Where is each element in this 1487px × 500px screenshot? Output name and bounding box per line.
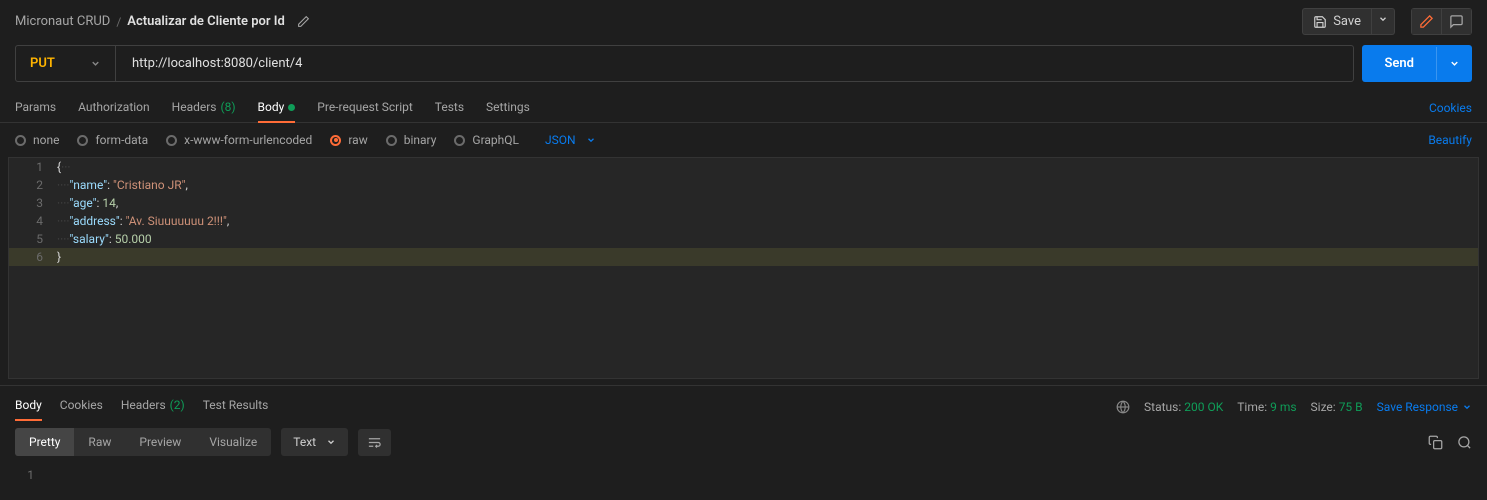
save-button[interactable]: Save (1302, 8, 1372, 35)
view-mode-pretty[interactable]: Pretty (15, 428, 74, 456)
view-mode-visualize[interactable]: Visualize (195, 428, 271, 456)
tab-body-label: Body (258, 100, 285, 114)
response-format-value: Text (293, 435, 316, 449)
code-line: {··· (57, 158, 1478, 176)
save-label: Save (1333, 14, 1361, 29)
response-format-select[interactable]: Text (281, 428, 348, 456)
cookies-link[interactable]: Cookies (1429, 101, 1472, 115)
chevron-down-icon (1449, 58, 1460, 69)
radio-icon (330, 135, 341, 146)
tab-params[interactable]: Params (15, 94, 56, 122)
view-mode-raw[interactable]: Raw (74, 428, 125, 456)
chevron-down-icon (1378, 14, 1388, 24)
tab-headers-count: (8) (221, 100, 236, 114)
request-body-editor[interactable]: 1{···2····"name": "Cristiano JR",3····"a… (8, 157, 1479, 379)
radio-icon (166, 135, 177, 146)
line-number: 4 (9, 212, 57, 230)
wrap-icon (367, 435, 382, 450)
tab-headers-label: Headers (172, 100, 217, 114)
breadcrumb-collection[interactable]: Micronaut CRUD (15, 14, 110, 29)
tab-body[interactable]: Body (258, 94, 296, 122)
response-tab-body[interactable]: Body (15, 394, 42, 420)
status-value: 200 OK (1184, 400, 1223, 414)
url-input[interactable] (116, 46, 1353, 81)
tab-authorization[interactable]: Authorization (78, 94, 150, 122)
radio-icon (454, 135, 465, 146)
beautify-link[interactable]: Beautify (1428, 133, 1472, 147)
body-type-raw[interactable]: raw (330, 133, 367, 147)
response-tab-headers-label: Headers (121, 398, 166, 412)
code-line: ····"address": "Av. Siuuuuuuu 2!!!", (57, 212, 1478, 230)
tab-headers[interactable]: Headers (8) (172, 94, 236, 122)
http-method-select[interactable]: PUT (16, 46, 116, 81)
line-number: 1 (9, 158, 57, 176)
code-line: } (57, 248, 1478, 266)
time-value: 9 ms (1270, 400, 1296, 414)
network-icon[interactable] (1116, 400, 1130, 414)
breadcrumb-request-name[interactable]: Actualizar de Cliente por Id (127, 14, 285, 29)
line-number: 2 (9, 176, 57, 194)
save-response-label: Save Response (1377, 400, 1458, 414)
line-number: 5 (9, 230, 57, 248)
breadcrumb: Micronaut CRUD / Actualizar de Cliente p… (15, 14, 310, 29)
tab-settings[interactable]: Settings (486, 94, 530, 122)
response-tab-cookies[interactable]: Cookies (60, 394, 103, 420)
line-number: 6 (9, 248, 57, 266)
save-icon (1313, 15, 1327, 29)
copy-response-button[interactable] (1428, 435, 1443, 450)
body-type-urlencoded[interactable]: x-www-form-urlencoded (166, 133, 312, 147)
time-label: Time: (1237, 400, 1267, 414)
body-type-form-data[interactable]: form-data (77, 133, 148, 147)
send-dropdown[interactable] (1436, 47, 1472, 80)
body-type-binary[interactable]: binary (386, 133, 437, 147)
body-format-value: JSON (545, 133, 576, 147)
body-type-none[interactable]: none (15, 133, 59, 147)
body-type-graphql-label: GraphQL (472, 133, 519, 147)
search-response-button[interactable] (1457, 435, 1472, 450)
pencil-icon (1419, 14, 1434, 29)
body-type-form-data-label: form-data (95, 133, 148, 147)
radio-icon (386, 135, 397, 146)
code-line: ····"age": 14, (57, 194, 1478, 212)
response-body-editor[interactable]: 1 (0, 464, 1487, 486)
response-tab-test-results[interactable]: Test Results (203, 394, 269, 420)
copy-icon (1428, 435, 1443, 450)
chevron-down-icon (1462, 402, 1472, 412)
save-response-button[interactable]: Save Response (1377, 400, 1472, 414)
code-line: ····"salary": 50.000 (57, 230, 1478, 248)
status-label: Status: (1144, 400, 1181, 414)
code-line: ····"name": "Cristiano JR", (57, 176, 1478, 194)
body-type-none-label: none (33, 133, 59, 147)
documentation-icon-button[interactable] (1412, 9, 1442, 34)
send-button[interactable]: Send (1362, 45, 1436, 82)
chevron-down-icon (586, 135, 596, 145)
size-label: Size: (1311, 400, 1336, 414)
comment-icon (1449, 14, 1464, 29)
http-method-value: PUT (30, 56, 55, 71)
save-dropdown[interactable] (1372, 8, 1395, 35)
radio-icon (15, 135, 26, 146)
view-mode-preview[interactable]: Preview (125, 428, 195, 456)
wrap-lines-button[interactable] (358, 429, 391, 456)
comments-icon-button[interactable] (1442, 9, 1471, 34)
chevron-down-icon (326, 437, 336, 447)
body-format-select[interactable]: JSON (545, 133, 596, 147)
size-value: 75 B (1339, 400, 1363, 414)
response-tab-headers[interactable]: Headers (2) (121, 394, 185, 420)
tab-prerequest[interactable]: Pre-request Script (317, 94, 412, 122)
edit-icon[interactable] (297, 15, 310, 28)
response-tab-headers-count: (2) (170, 398, 185, 412)
line-number: 1 (0, 468, 48, 482)
body-modified-dot-icon (288, 104, 295, 111)
search-icon (1457, 435, 1472, 450)
body-type-raw-label: raw (348, 133, 367, 147)
radio-icon (77, 135, 88, 146)
line-number: 3 (9, 194, 57, 212)
body-type-binary-label: binary (404, 133, 437, 147)
body-type-urlencoded-label: x-www-form-urlencoded (184, 133, 312, 147)
breadcrumb-separator: / (116, 15, 121, 29)
chevron-down-icon (90, 58, 101, 69)
body-type-graphql[interactable]: GraphQL (454, 133, 519, 147)
tab-tests[interactable]: Tests (435, 94, 464, 122)
